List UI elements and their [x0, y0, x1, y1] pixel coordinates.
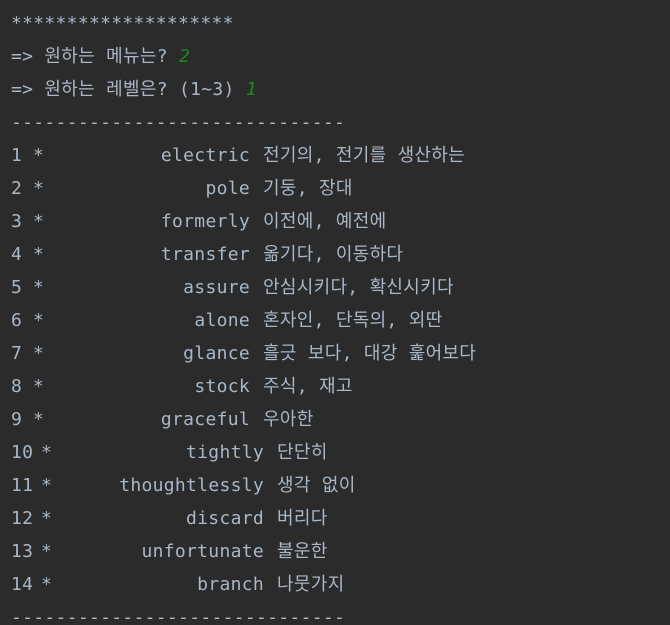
- row-star: *: [33, 277, 45, 298]
- english-word: discard: [186, 508, 264, 529]
- english-word: electric: [160, 145, 250, 166]
- word-row: 13 * unfortunate 불운한: [11, 535, 670, 568]
- row-number: 11: [11, 475, 34, 496]
- word-row: 7 * glance 흘긋 보다, 대강 훑어보다: [11, 337, 670, 370]
- word-row: 8 * stock 주식, 재고: [11, 370, 670, 403]
- menu-prompt-line: => 원하는 메뉴는? 2: [11, 40, 670, 73]
- row-star: *: [33, 145, 45, 166]
- korean-meaning: 나뭇가지: [277, 574, 345, 595]
- word-list: 1 * electric 전기의, 전기를 생산하는 2 * pole 기둥, 장대 3 * for…: [11, 139, 670, 601]
- stars-line: ********************: [11, 13, 234, 34]
- row-number: 12: [11, 508, 34, 529]
- korean-meaning: 전기의, 전기를 생산하는: [263, 145, 466, 166]
- row-star: *: [33, 409, 45, 430]
- separator-bottom: ------------------------------: [11, 607, 346, 625]
- row-star: *: [33, 178, 45, 199]
- word-row: 6 * alone 혼자인, 단독의, 외딴: [11, 304, 670, 337]
- row-star: *: [33, 376, 45, 397]
- menu-input-value: 2: [178, 46, 191, 67]
- korean-meaning: 이전에, 예전에: [263, 211, 387, 232]
- row-star: *: [41, 541, 53, 562]
- korean-meaning: 단단히: [277, 442, 328, 463]
- english-word: glance: [183, 343, 250, 364]
- korean-meaning: 버리다: [277, 508, 328, 529]
- row-number: 14: [11, 574, 34, 595]
- row-number: 13: [11, 541, 34, 562]
- row-number: 7: [11, 343, 23, 364]
- word-row: 14 * branch 나뭇가지: [11, 568, 670, 601]
- row-number: 6: [11, 310, 23, 331]
- word-row: 1 * electric 전기의, 전기를 생산하는: [11, 139, 670, 172]
- korean-meaning: 옮기다, 이동하다: [263, 244, 404, 265]
- level-prompt-line: => 원하는 레벨은? (1~3) 1: [11, 73, 670, 106]
- english-word: formerly: [160, 211, 250, 232]
- row-star: *: [33, 211, 45, 232]
- row-star: *: [33, 343, 45, 364]
- english-word: branch: [197, 574, 264, 595]
- english-word: pole: [205, 178, 250, 199]
- english-word: assure: [183, 277, 250, 298]
- korean-meaning: 생각 없이: [277, 475, 356, 496]
- english-word: graceful: [160, 409, 250, 430]
- korean-meaning: 혼자인, 단독의, 외딴: [263, 310, 443, 331]
- menu-prompt: => 원하는 메뉴는?: [11, 46, 179, 67]
- row-number: 4: [11, 244, 23, 265]
- word-row: 10 * tightly 단단히: [11, 436, 670, 469]
- row-number: 5: [11, 277, 23, 298]
- row-number: 1: [11, 145, 23, 166]
- row-star: *: [41, 574, 53, 595]
- english-word: thoughtlessly: [119, 475, 264, 496]
- level-input-value: 1: [245, 79, 257, 100]
- word-row: 4 * transfer 옮기다, 이동하다: [11, 238, 670, 271]
- word-row: 12 * discard 버리다: [11, 502, 670, 535]
- level-prompt: => 원하는 레벨은? (1~3): [11, 79, 246, 100]
- korean-meaning: 안심시키다, 확신시키다: [263, 277, 454, 298]
- row-number: 2: [11, 178, 23, 199]
- english-word: stock: [194, 376, 250, 397]
- row-star: *: [41, 442, 53, 463]
- row-number: 8: [11, 376, 23, 397]
- korean-meaning: 주식, 재고: [263, 376, 353, 397]
- word-row: 5 * assure 안심시키다, 확신시키다: [11, 271, 670, 304]
- row-star: *: [33, 310, 45, 331]
- separator-top: ------------------------------: [11, 112, 346, 133]
- korean-meaning: 우아한: [263, 409, 314, 430]
- word-row: 11 * thoughtlessly 생각 없이: [11, 469, 670, 502]
- row-star: *: [41, 508, 53, 529]
- row-number: 9: [11, 409, 23, 430]
- word-row: 2 * pole 기둥, 장대: [11, 172, 670, 205]
- row-number: 3: [11, 211, 23, 232]
- korean-meaning: 불운한: [277, 541, 328, 562]
- row-number: 10: [11, 442, 34, 463]
- korean-meaning: 흘긋 보다, 대강 훑어보다: [263, 343, 477, 364]
- korean-meaning: 기둥, 장대: [263, 178, 353, 199]
- english-word: transfer: [160, 244, 250, 265]
- word-row: 9 * graceful 우아한: [11, 403, 670, 436]
- row-star: *: [33, 244, 45, 265]
- english-word: alone: [194, 310, 250, 331]
- word-row: 3 * formerly 이전에, 예전에: [11, 205, 670, 238]
- row-star: *: [41, 475, 53, 496]
- english-word: unfortunate: [141, 541, 264, 562]
- english-word: tightly: [186, 442, 264, 463]
- console-output: ******************** => 원하는 메뉴는? 2 => 원하…: [0, 0, 670, 625]
